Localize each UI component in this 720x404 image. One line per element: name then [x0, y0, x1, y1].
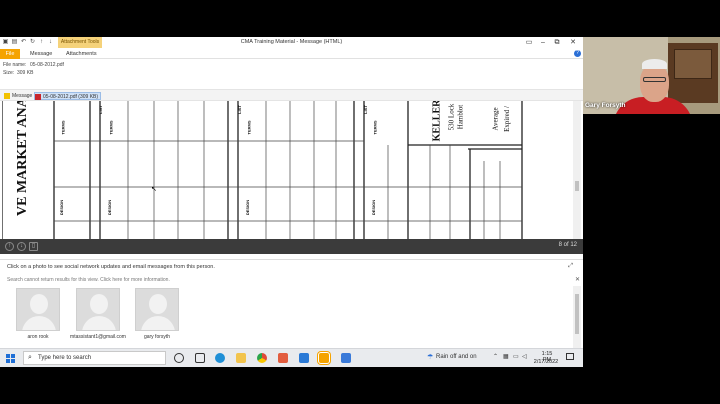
- person-card[interactable]: mtassistant1@gmail.com: [70, 288, 126, 350]
- chevron-up-icon[interactable]: ⌃: [493, 353, 498, 360]
- preview-scrollbar-thumb[interactable]: [575, 181, 579, 191]
- people-pane-header: Click on a photo to see social network u…: [7, 264, 215, 270]
- next-page-icon[interactable]: ↓: [17, 242, 26, 251]
- tab-file[interactable]: File: [0, 49, 20, 59]
- windows-start-icon[interactable]: [6, 354, 15, 363]
- attachment-bar: Message 05-08-2012.pdf (309 KB): [0, 89, 583, 101]
- notification-icon[interactable]: [566, 353, 574, 360]
- file-size-label: Size:: [3, 70, 15, 76]
- cortana-icon[interactable]: [174, 353, 184, 363]
- edge-icon[interactable]: [215, 353, 225, 363]
- ribbon-display-icon[interactable]: ▭: [522, 38, 536, 48]
- task-view-icon[interactable]: [195, 353, 205, 363]
- battery-icon[interactable]: ▭: [513, 353, 519, 360]
- pdf-col-label-list-1: LIST: [97, 105, 103, 114]
- file-name-label: File name:: [3, 62, 27, 68]
- minimize-button[interactable]: –: [536, 38, 550, 48]
- avatar[interactable]: [16, 288, 60, 331]
- attachment-preview: VE MARKET ANA LIST TERMS DESIGN TERMS DE…: [0, 101, 583, 259]
- close-button[interactable]: ✕: [566, 38, 580, 48]
- pdf-address-line: 530 Lock: [447, 103, 456, 131]
- pdf-expired-line: Expired /: [502, 106, 511, 132]
- previous-page-icon[interactable]: ↑: [5, 242, 14, 251]
- attachment-pdf-label: 05-08-2012.pdf (309 KB): [43, 94, 99, 100]
- pdf-col-label-design-1: DESIGN: [107, 199, 113, 216]
- tab-message[interactable]: Message: [26, 49, 56, 59]
- ribbon-tabs: File Message Attachments ?: [0, 49, 583, 59]
- pdf-toolbar: ↑ ↓ ▯ 8 of 12: [0, 239, 583, 254]
- pdf-col-label-list-2: LIST: [236, 105, 242, 114]
- page-counter: 8 of 12: [558, 242, 577, 248]
- mouse-cursor: ↖: [151, 186, 157, 193]
- restore-button[interactable]: ⧉: [550, 38, 564, 48]
- expand-icon[interactable]: ⤢: [568, 263, 573, 270]
- pdf-col-label-design-2: DESIGN: [245, 199, 251, 216]
- pdf-col-label-terms-0: TERMS: [60, 120, 66, 135]
- pdf-col-label-terms-2: TERMS: [246, 120, 252, 135]
- pdf-col-label-list-3: LIST: [362, 105, 368, 114]
- person-card[interactable]: aron rook: [15, 288, 61, 350]
- close-icon[interactable]: ✕: [575, 276, 580, 283]
- search-icon: ⌕: [28, 354, 32, 361]
- envelope-icon: [4, 93, 10, 99]
- outlook-message-window: ▣ ▤ ↶ ↻ ↑ ↓ Attachment Tools CMA Trainin…: [0, 37, 583, 367]
- title-bar: ▣ ▤ ↶ ↻ ↑ ↓ Attachment Tools CMA Trainin…: [0, 37, 583, 49]
- pdf-page[interactable]: VE MARKET ANA LIST TERMS DESIGN TERMS DE…: [2, 101, 572, 239]
- glasses: [643, 77, 666, 82]
- avatar[interactable]: [76, 288, 120, 331]
- webcam-video: Gary Forsyth: [583, 37, 720, 114]
- mail-icon[interactable]: [299, 353, 309, 363]
- avatar[interactable]: [135, 288, 179, 331]
- people-scrollbar[interactable]: [573, 286, 581, 356]
- person-name: gary forsyth: [143, 334, 171, 340]
- file-explorer-icon[interactable]: [236, 353, 246, 363]
- people-scrollbar-thumb[interactable]: [575, 294, 579, 334]
- pdf-col-label-terms-1: TERMS: [108, 120, 114, 135]
- search-placeholder: Type here to search: [38, 355, 92, 361]
- network-icon[interactable]: ▦: [503, 353, 509, 360]
- file-size-value: 309 KB: [17, 70, 34, 76]
- help-icon[interactable]: ?: [574, 50, 581, 57]
- window-title: CMA Training Material - Message (HTML): [240, 39, 343, 45]
- pdf-header-keller: KELLER: [431, 101, 443, 142]
- people-pane-note[interactable]: Search cannot return results for this vi…: [7, 277, 170, 283]
- webcam-name-label: Gary Forsyth: [585, 102, 626, 109]
- pdf-col-label-terms-3: TERMS: [372, 120, 378, 135]
- volume-icon[interactable]: ◁: [522, 353, 527, 360]
- taskbar: ⌕ Type here to search ☂ Rain off and on …: [0, 348, 583, 367]
- preview-scrollbar[interactable]: [573, 101, 581, 239]
- save-page-icon[interactable]: ▯: [29, 242, 38, 251]
- weather-widget[interactable]: ☂ Rain off and on: [427, 354, 477, 361]
- pdf-icon: [35, 94, 41, 100]
- file-name-value: 05-08-2012.pdf: [30, 62, 64, 68]
- weather-text: Rain off and on: [436, 354, 477, 360]
- umbrella-icon: ☂: [427, 354, 434, 361]
- file-info: File name: 05-08-2012.pdf Size: 309 KB: [0, 59, 583, 89]
- attachment-pdf[interactable]: 05-08-2012.pdf (309 KB): [34, 92, 102, 100]
- tab-attachments[interactable]: Attachments: [62, 49, 101, 59]
- person-name: mtassistant1@gmail.com: [70, 334, 126, 340]
- chat-icon[interactable]: [341, 353, 351, 363]
- clock-date[interactable]: 2/17/2022: [532, 359, 560, 365]
- presenter-face: [640, 64, 669, 102]
- attachment-message-label: Message: [12, 93, 33, 99]
- person-name: aron rook: [27, 334, 49, 340]
- pdf-col-label-design-3: DESIGN: [371, 199, 377, 216]
- outlook-message-taskbar-icon[interactable]: [319, 353, 329, 363]
- pdf-form-grid: [2, 101, 523, 239]
- screen: ▣ ▤ ↶ ↻ ↑ ↓ Attachment Tools CMA Trainin…: [0, 0, 720, 404]
- pdf-col-label-design-0: DESIGN: [59, 199, 65, 216]
- pdf-address-line2: Hamblot: [456, 104, 465, 130]
- media-player-icon[interactable]: [278, 353, 288, 363]
- person-card[interactable]: gary forsyth: [134, 288, 180, 350]
- pdf-side-title: VE MARKET ANA: [15, 101, 30, 216]
- taskbar-search[interactable]: ⌕ Type here to search: [23, 351, 166, 365]
- attachment-message[interactable]: Message: [4, 92, 32, 100]
- chrome-icon[interactable]: [257, 353, 267, 363]
- pdf-average-line: Average: [491, 107, 500, 131]
